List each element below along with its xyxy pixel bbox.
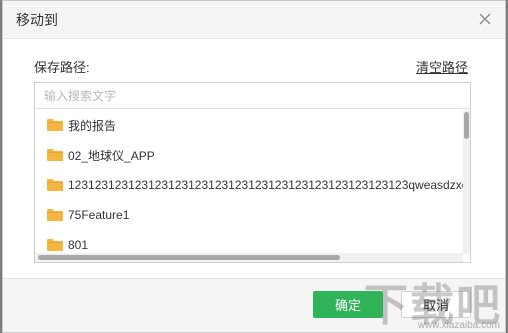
- folder-icon: [46, 238, 64, 252]
- search-input[interactable]: [35, 83, 470, 109]
- dialog-header: 移动到: [3, 1, 505, 39]
- folder-name: 我的报告: [68, 118, 117, 133]
- close-button[interactable]: [475, 9, 495, 29]
- folder-icon: [46, 178, 64, 192]
- folder-item[interactable]: 75Feature1: [35, 200, 465, 230]
- horizontal-scroll-thumb[interactable]: [38, 255, 340, 260]
- folder-item[interactable]: 我的报告: [35, 110, 465, 140]
- folder-item[interactable]: 1231231231231231231231231231231231231231…: [35, 170, 465, 200]
- folder-icon: [46, 118, 64, 132]
- clear-path-link[interactable]: 清空路径: [416, 57, 468, 76]
- folder-item[interactable]: 02_地球仪_APP: [35, 140, 465, 170]
- vertical-scrollbar[interactable]: [463, 110, 470, 254]
- cancel-button[interactable]: 取消: [401, 291, 471, 318]
- folder-name: 801: [68, 238, 89, 252]
- vertical-scroll-thumb[interactable]: [464, 112, 469, 139]
- folder-icon: [46, 208, 64, 222]
- folder-item[interactable]: 801: [35, 230, 465, 254]
- folder-icon: [46, 148, 64, 162]
- move-to-dialog: 移动到 保存路径: 清空路径 我的报告 02_地球仪_APP 12312312312…: [2, 0, 506, 333]
- folder-name: 02_地球仪_APP: [68, 148, 155, 163]
- folder-name: 75Feature1: [68, 208, 130, 222]
- horizontal-scrollbar[interactable]: [35, 253, 463, 262]
- confirm-button[interactable]: 确定: [313, 291, 383, 318]
- save-path-label: 保存路径:: [34, 60, 90, 75]
- dialog-footer: 确定 取消: [3, 278, 505, 332]
- folder-name: 1231231231231231231231231231231231231231…: [68, 178, 465, 192]
- close-icon: [479, 13, 491, 25]
- folder-picker: 我的报告 02_地球仪_APP 12312312312312312312312312…: [34, 82, 471, 263]
- dialog-title: 移动到: [16, 12, 58, 28]
- folder-list: 我的报告 02_地球仪_APP 12312312312312312312312312…: [35, 110, 465, 254]
